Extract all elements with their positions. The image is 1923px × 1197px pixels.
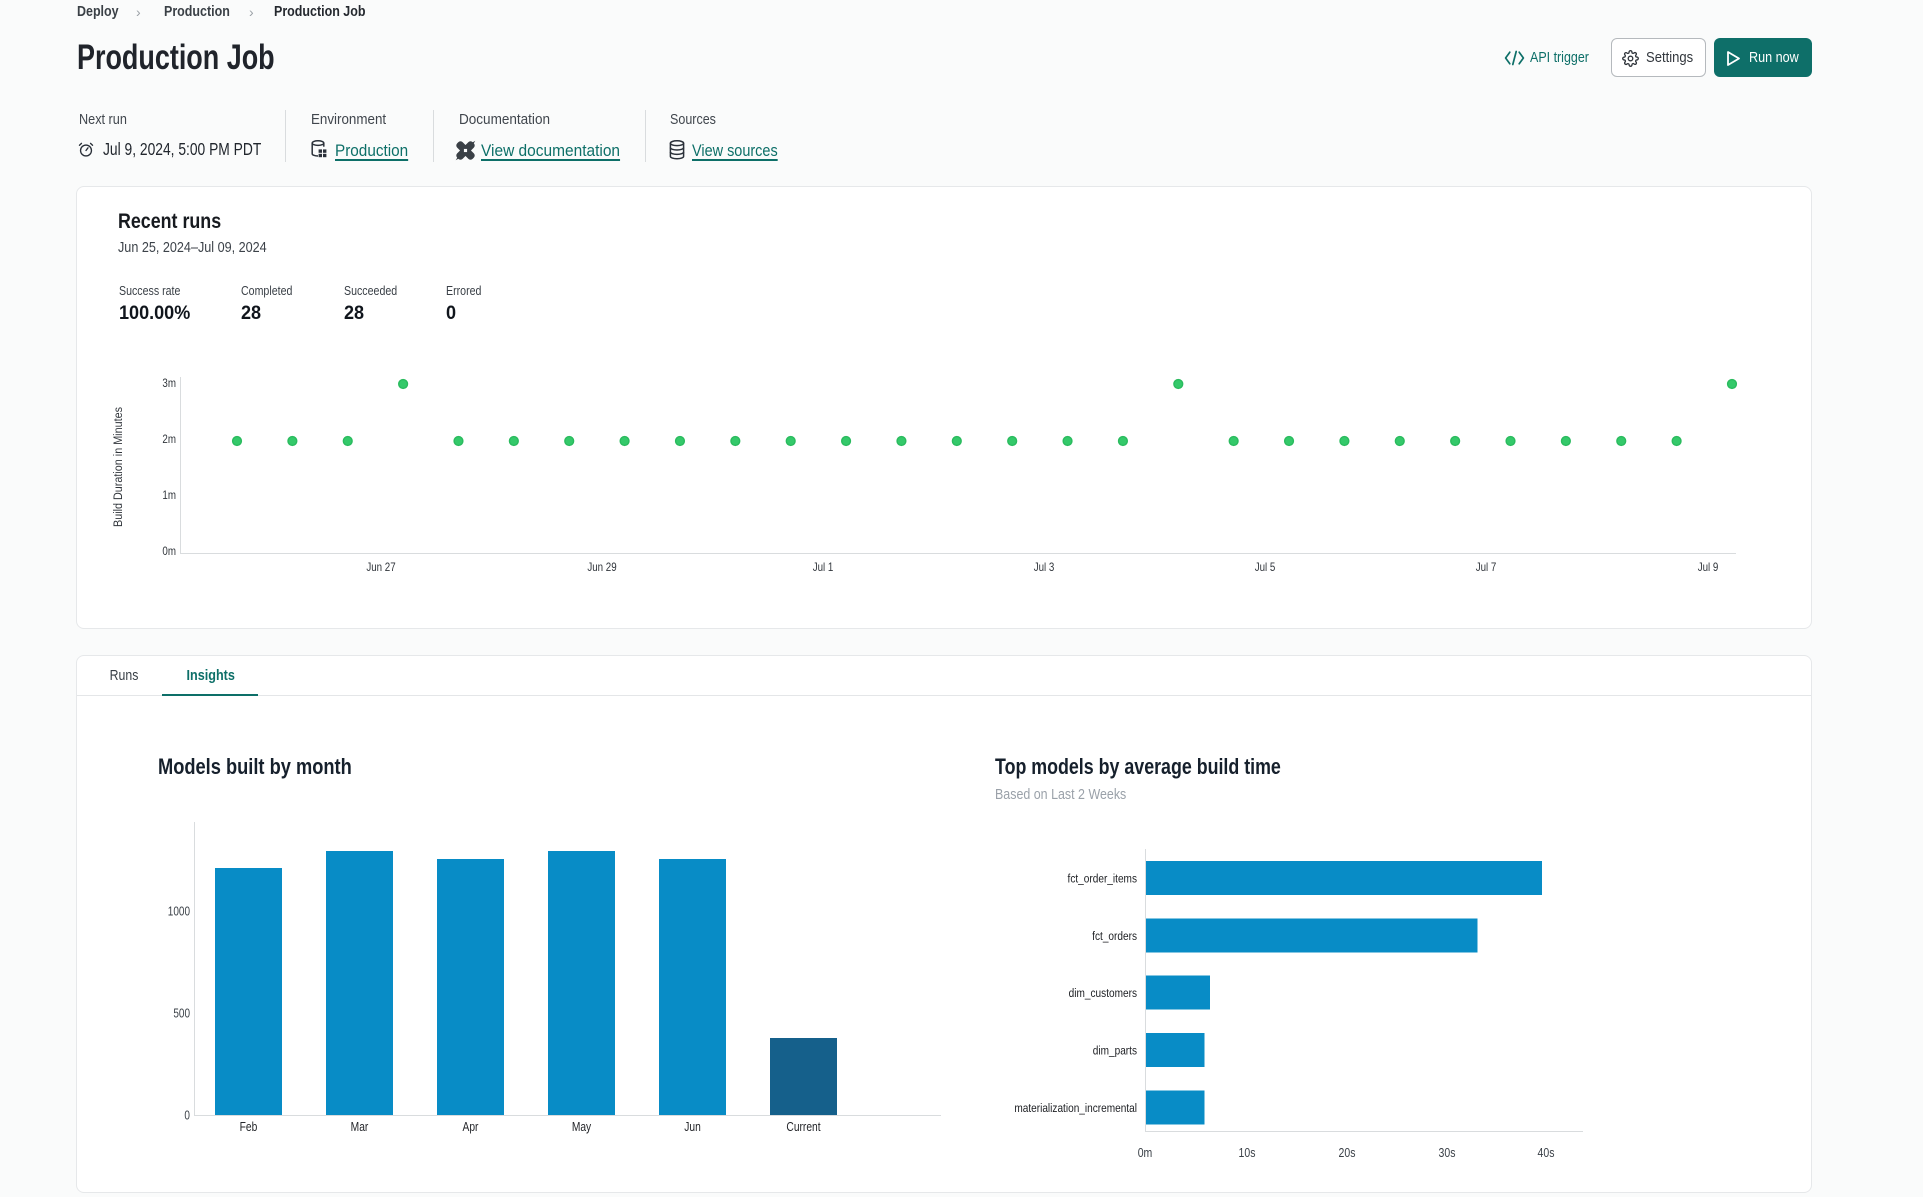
svg-text:dim_parts: dim_parts <box>1093 1045 1138 1058</box>
svg-text:30s: 30s <box>1439 1147 1456 1160</box>
svg-text:Jul 7: Jul 7 <box>1476 561 1497 574</box>
svg-text:10s: 10s <box>1239 1147 1256 1160</box>
svg-text:Jul 1: Jul 1 <box>813 561 834 574</box>
svg-text:1m: 1m <box>162 489 176 502</box>
svg-text:Jun: Jun <box>684 1121 701 1134</box>
svg-text:500: 500 <box>173 1008 190 1021</box>
svg-text:dim_customers: dim_customers <box>1069 987 1138 1000</box>
svg-text:Mar: Mar <box>351 1121 369 1134</box>
svg-text:Jul 5: Jul 5 <box>1255 561 1276 574</box>
svg-text:Current: Current <box>786 1121 821 1134</box>
svg-text:Jun 27: Jun 27 <box>366 561 395 574</box>
svg-text:Feb: Feb <box>240 1121 258 1134</box>
svg-text:Jul 3: Jul 3 <box>1034 561 1055 574</box>
svg-text:materialization_incremental: materialization_incremental <box>1014 1102 1137 1115</box>
svg-text:Jul 9: Jul 9 <box>1698 561 1719 574</box>
svg-text:May: May <box>572 1121 592 1134</box>
svg-text:3m: 3m <box>162 377 176 390</box>
svg-text:1000: 1000 <box>168 906 190 919</box>
svg-text:2m: 2m <box>162 433 176 446</box>
svg-text:20s: 20s <box>1339 1147 1356 1160</box>
svg-text:fct_orders: fct_orders <box>1092 930 1137 943</box>
svg-text:Jun 29: Jun 29 <box>587 561 616 574</box>
svg-text:fct_order_items: fct_order_items <box>1068 873 1138 886</box>
svg-text:0m: 0m <box>162 545 176 558</box>
svg-text:Build Duration in Minutes: Build Duration in Minutes <box>113 407 126 527</box>
svg-text:40s: 40s <box>1538 1147 1555 1160</box>
svg-text:0: 0 <box>184 1110 190 1123</box>
svg-text:0m: 0m <box>1138 1147 1153 1160</box>
svg-text:Apr: Apr <box>463 1121 479 1134</box>
